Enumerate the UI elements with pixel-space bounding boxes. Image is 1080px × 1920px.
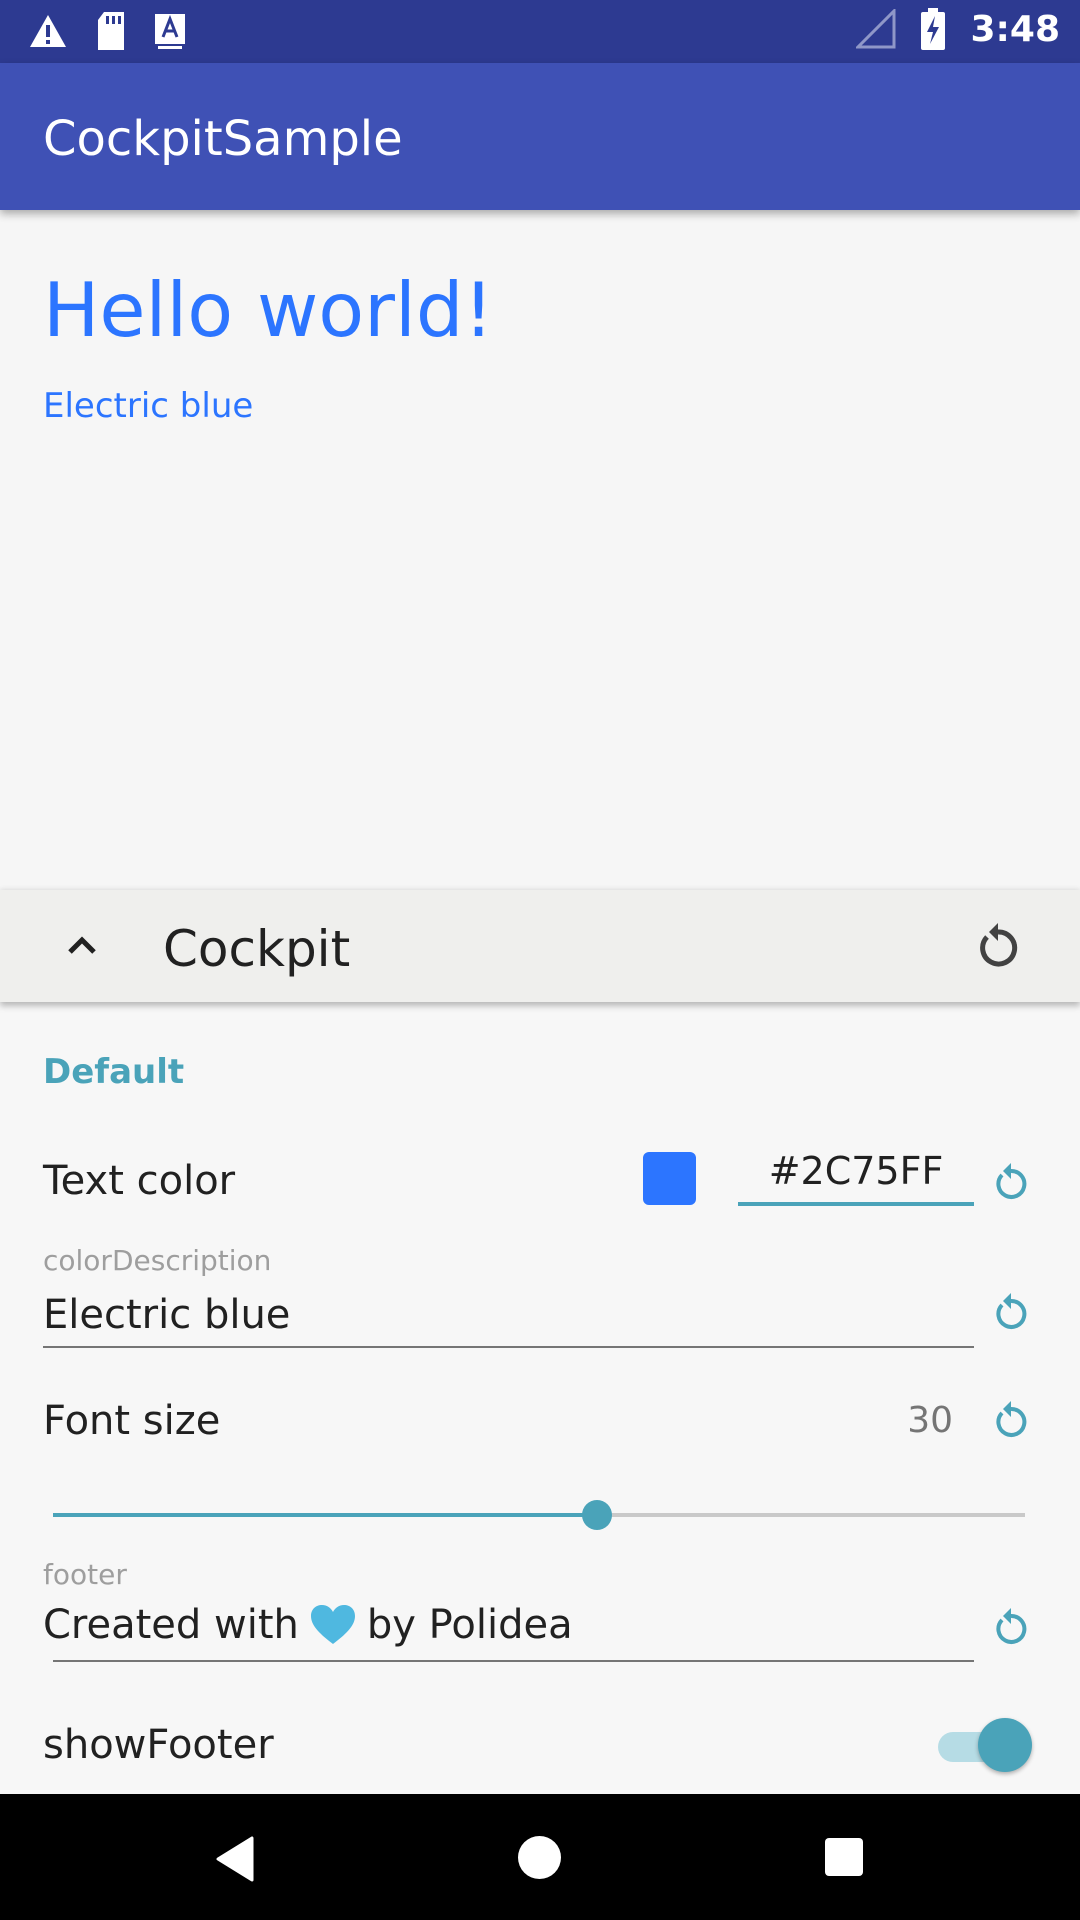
footer-prefix: Created with: [43, 1602, 299, 1648]
signal-icon: [856, 9, 896, 49]
a-icon: [155, 14, 185, 49]
color-description-label: colorDescription: [43, 1244, 272, 1277]
cockpit-title: Cockpit: [163, 920, 351, 978]
show-footer-switch[interactable]: [938, 1718, 1032, 1774]
clock: 3:48: [970, 8, 1060, 50]
footer-suffix: by Polidea: [366, 1602, 573, 1648]
switch-knob: [978, 1718, 1032, 1772]
status-bar: 3:48: [0, 0, 1080, 63]
text-color-label: Text color: [43, 1158, 236, 1204]
reset-text-color-icon[interactable]: [988, 1161, 1034, 1207]
warning-icon: [30, 15, 66, 47]
show-footer-label: showFooter: [43, 1722, 274, 1768]
reset-footer-icon[interactable]: [988, 1606, 1034, 1652]
text-color-input[interactable]: [738, 1140, 974, 1206]
hello-text: Hello world!: [43, 266, 494, 354]
back-icon[interactable]: [214, 1836, 256, 1882]
font-size-value: 30: [907, 1400, 953, 1441]
chevron-up-icon[interactable]: [58, 922, 106, 970]
font-size-label: Font size: [43, 1398, 221, 1444]
cockpit-header: Cockpit: [0, 890, 1080, 1002]
recents-icon[interactable]: [825, 1838, 863, 1876]
reset-font-size-icon[interactable]: [988, 1399, 1034, 1445]
reset-color-description-icon[interactable]: [988, 1291, 1034, 1337]
color-description-input[interactable]: [43, 1284, 974, 1348]
status-bar-right: 3:48: [856, 8, 1060, 50]
section-title: Default: [43, 1052, 185, 1092]
navigation-bar: [0, 1794, 1080, 1920]
footer-input[interactable]: Created with by Polidea: [43, 1602, 573, 1648]
footer-underline: [53, 1660, 974, 1662]
app-title: CockpitSample: [43, 111, 403, 167]
sd-card-icon: [98, 12, 124, 50]
color-description-text: Electric blue: [43, 386, 254, 426]
color-swatch[interactable]: [643, 1152, 696, 1205]
status-bar-left: [28, 12, 186, 50]
app-bar: CockpitSample: [0, 63, 1080, 210]
slider-thumb[interactable]: [582, 1500, 613, 1530]
main-content: Hello world! Electric blue: [0, 210, 1080, 890]
cockpit-panel: Default Text color colorDescription Font…: [0, 1002, 1080, 1794]
home-icon[interactable]: [518, 1836, 561, 1879]
font-size-slider[interactable]: [53, 1500, 1025, 1530]
slider-fill: [53, 1513, 598, 1517]
reset-all-icon[interactable]: [970, 920, 1026, 976]
battery-charging-icon: [921, 8, 946, 50]
heart-icon: [310, 1605, 355, 1644]
footer-label: footer: [43, 1558, 127, 1591]
